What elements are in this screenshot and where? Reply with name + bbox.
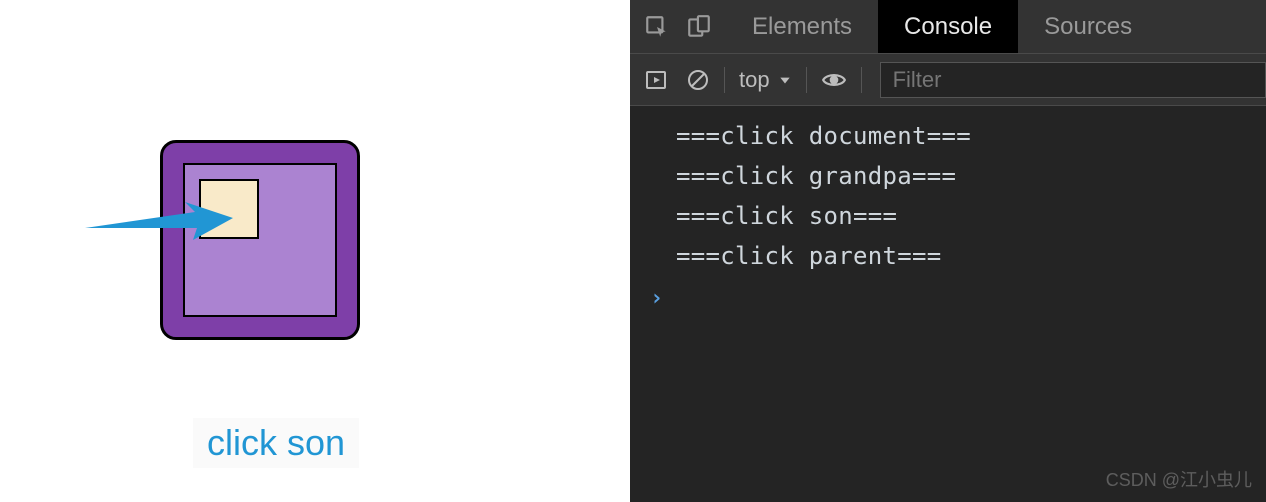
nested-boxes	[160, 140, 360, 340]
watermark: CSDN @江小虫儿	[1106, 466, 1252, 492]
grandpa-box[interactable]	[160, 140, 360, 340]
inspect-icon[interactable]	[644, 14, 670, 40]
tab-console[interactable]: Console	[878, 0, 1018, 53]
demo-caption: click son	[193, 418, 359, 468]
demo-panel: click son	[0, 0, 630, 502]
eye-icon[interactable]	[821, 67, 847, 93]
toolbar-divider	[724, 67, 725, 93]
console-output: ===click document=== ===click grandpa===…	[630, 106, 1266, 502]
parent-box[interactable]	[183, 163, 337, 317]
device-toggle-icon[interactable]	[686, 14, 712, 40]
toolbar-divider	[806, 67, 807, 93]
tab-elements[interactable]: Elements	[726, 0, 878, 53]
console-prompt[interactable]: ›	[630, 276, 1266, 321]
console-toolbar: top	[630, 54, 1266, 106]
console-line: ===click son===	[630, 196, 1266, 236]
chevron-down-icon	[778, 73, 792, 87]
console-line: ===click parent===	[630, 236, 1266, 276]
filter-input[interactable]	[880, 62, 1266, 98]
devtools-tabs: Elements Console Sources	[630, 0, 1266, 54]
clear-console-icon[interactable]	[686, 68, 710, 92]
context-label: top	[739, 67, 770, 93]
son-box[interactable]	[199, 179, 259, 239]
context-selector[interactable]: top	[739, 67, 792, 93]
toolbar-divider	[861, 67, 862, 93]
console-line: ===click grandpa===	[630, 156, 1266, 196]
console-line: ===click document===	[630, 116, 1266, 156]
tab-sources[interactable]: Sources	[1018, 0, 1158, 53]
sidebar-toggle-icon[interactable]	[644, 68, 668, 92]
devtools-panel: Elements Console Sources top	[630, 0, 1266, 502]
